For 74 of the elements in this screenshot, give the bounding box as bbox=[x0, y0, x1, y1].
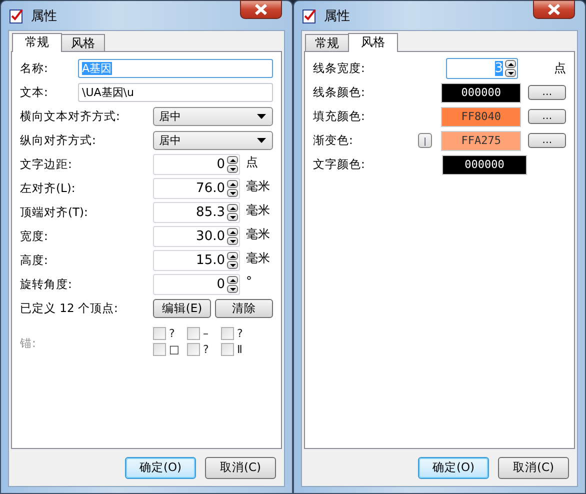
dropdown-arrow-icon bbox=[257, 138, 266, 143]
dropdown[interactable]: 居中 bbox=[153, 131, 273, 150]
field-label: 左对齐(L): bbox=[20, 181, 76, 196]
field-label: 横向文本对齐方式: bbox=[20, 109, 121, 124]
checkbox-label: ? bbox=[237, 327, 244, 340]
field-label: 文本: bbox=[20, 85, 49, 100]
close-icon bbox=[254, 4, 268, 15]
spinner-arrows-icon[interactable] bbox=[505, 60, 516, 77]
color-swatch[interactable]: FF8040 bbox=[441, 106, 522, 126]
tab[interactable]: 常规 bbox=[12, 33, 62, 52]
checkbox-document-icon bbox=[302, 8, 318, 24]
dropdown[interactable]: 居中 bbox=[153, 107, 273, 126]
field-label: 渐变色: bbox=[313, 133, 354, 148]
tab[interactable]: 风格 bbox=[61, 34, 105, 51]
checkbox-label: Ⅱ bbox=[237, 343, 244, 356]
field-label: 顶端对齐(T): bbox=[20, 205, 89, 220]
close-button[interactable] bbox=[533, 0, 575, 19]
checkbox-document-icon bbox=[9, 8, 25, 24]
color-picker-button[interactable]: … bbox=[528, 133, 566, 148]
anchor-label: 锚: bbox=[20, 336, 37, 351]
checkbox-label: ? bbox=[169, 327, 176, 340]
spin-field[interactable]: 0 bbox=[153, 154, 240, 175]
field-label: 线条颜色: bbox=[313, 85, 366, 100]
ok-button[interactable]: 确定(O) bbox=[418, 456, 489, 478]
field-label: 宽度: bbox=[20, 229, 49, 244]
field-label: 名称: bbox=[20, 61, 49, 76]
field-label: 线条宽度: bbox=[313, 61, 366, 76]
spinner-arrows-icon[interactable] bbox=[227, 180, 238, 197]
cancel-button[interactable]: 取消(C) bbox=[205, 456, 276, 478]
dropdown-arrow-icon bbox=[257, 114, 266, 119]
spin-field[interactable]: 30.0 bbox=[153, 226, 240, 247]
spin-field[interactable]: 85.3 bbox=[153, 202, 240, 223]
color-picker-button[interactable]: … bbox=[528, 109, 566, 124]
unit-label: 毫米 bbox=[246, 202, 270, 219]
unit-label: 毫米 bbox=[246, 226, 270, 243]
unit-label: 毫米 bbox=[246, 178, 270, 195]
text-field[interactable]: \UA基因\u bbox=[78, 83, 273, 102]
vertex-count-label: 已定义 12 个顶点: bbox=[20, 301, 119, 316]
checkbox-label: □ bbox=[169, 343, 180, 356]
field-label: 高度: bbox=[20, 253, 49, 268]
spinner-arrows-icon[interactable] bbox=[227, 204, 238, 221]
unit-label: 点 bbox=[246, 154, 258, 171]
field-label: 旋转角度: bbox=[20, 277, 73, 292]
unit-label: 毫米 bbox=[246, 250, 270, 267]
spinner-arrows-icon[interactable] bbox=[227, 252, 238, 269]
checkbox-label: ? bbox=[203, 343, 210, 356]
unit-label: ° bbox=[246, 274, 252, 288]
spin-field[interactable]: 0 bbox=[153, 274, 240, 295]
spinner-arrows-icon[interactable] bbox=[227, 156, 238, 173]
color-swatch[interactable]: 000000 bbox=[441, 82, 522, 102]
tab[interactable]: 常规 bbox=[305, 34, 349, 51]
field-label: 文字边距: bbox=[20, 157, 73, 172]
field-label: 填充颜色: bbox=[313, 109, 366, 124]
color-swatch[interactable]: 000000 bbox=[442, 154, 527, 174]
cancel-button[interactable]: 取消(C) bbox=[498, 456, 569, 478]
window-title: 属性 bbox=[31, 8, 57, 25]
color-swatch[interactable]: FFA275 bbox=[441, 130, 522, 150]
field-label: 文字颜色: bbox=[313, 157, 366, 172]
close-icon bbox=[547, 4, 561, 15]
field-label: 纵向对齐方式: bbox=[20, 133, 97, 148]
spin-field[interactable]: 76.0 bbox=[153, 178, 240, 199]
action-button[interactable]: 清除 bbox=[215, 299, 273, 318]
window-title: 属性 bbox=[324, 8, 350, 25]
action-button[interactable]: 编辑(E) bbox=[153, 299, 211, 318]
tab[interactable]: 风格 bbox=[348, 33, 398, 52]
close-button[interactable] bbox=[240, 0, 282, 19]
spinner-arrows-icon[interactable] bbox=[227, 228, 238, 245]
unit-label: 点 bbox=[554, 60, 566, 77]
checkbox-label: – bbox=[203, 327, 210, 340]
color-picker-button[interactable]: … bbox=[528, 85, 566, 100]
toggle-button[interactable]: | bbox=[418, 133, 432, 148]
spinner-arrows-icon[interactable] bbox=[227, 276, 238, 293]
ok-button[interactable]: 确定(O) bbox=[125, 456, 196, 478]
spin-field[interactable]: 15.0 bbox=[153, 250, 240, 271]
